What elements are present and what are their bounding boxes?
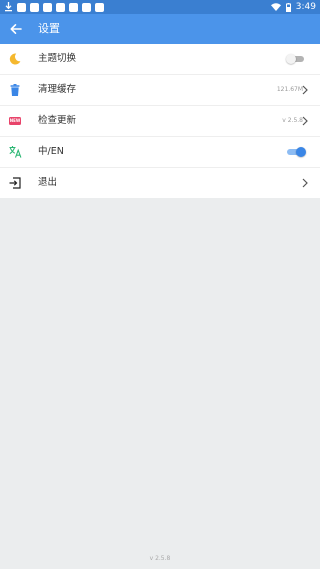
setting-theme-label: 主题切换 xyxy=(38,53,77,64)
status-bar-notifications xyxy=(4,1,104,13)
setting-clear-cache-label: 清理缓存 xyxy=(38,84,77,95)
chevron-right-icon xyxy=(302,178,308,188)
setting-logout-label: 退出 xyxy=(38,177,58,188)
notification-icon xyxy=(17,2,26,12)
chevron-right-icon xyxy=(302,116,308,126)
arrow-left-icon xyxy=(10,24,22,34)
download-icon xyxy=(5,2,12,12)
notification-icon xyxy=(30,2,39,12)
footer-version: v 2.5.8 xyxy=(149,555,171,562)
status-bar: 3:49 xyxy=(0,0,320,14)
setting-theme[interactable]: 主题切换 xyxy=(0,44,320,75)
trash-icon xyxy=(8,83,22,97)
notification-icon xyxy=(69,2,78,12)
notification-icon xyxy=(82,2,91,12)
status-time: 3:49 xyxy=(295,2,316,12)
setting-logout[interactable]: 退出 xyxy=(0,168,320,198)
setting-clear-cache[interactable]: 清理缓存 121.67M xyxy=(0,75,320,106)
language-toggle[interactable] xyxy=(286,146,306,158)
battery-icon xyxy=(285,2,291,12)
notification-icon xyxy=(95,2,104,12)
moon-icon xyxy=(8,52,22,66)
settings-list: 主题切换 清理缓存 121.67M NEW 检查更新 v 2.5.8 中/EN … xyxy=(0,44,320,198)
setting-language-label: 中/EN xyxy=(38,146,64,157)
app-version-value: v 2.5.8 xyxy=(282,117,303,124)
chevron-right-icon xyxy=(302,85,308,95)
theme-toggle[interactable] xyxy=(286,53,306,65)
page-title: 设置 xyxy=(38,22,60,35)
app-bar: 设置 xyxy=(0,14,320,44)
theme-toggle-knob xyxy=(286,54,296,64)
logout-icon xyxy=(8,176,22,190)
new-badge-icon: NEW xyxy=(8,114,22,128)
notification-icon xyxy=(43,2,52,12)
setting-language[interactable]: 中/EN xyxy=(0,137,320,168)
language-toggle-knob xyxy=(296,147,306,157)
back-button[interactable] xyxy=(6,19,26,39)
wifi-icon xyxy=(270,3,281,11)
setting-check-update[interactable]: NEW 检查更新 v 2.5.8 xyxy=(0,106,320,137)
setting-check-update-label: 检查更新 xyxy=(38,115,77,126)
translate-icon xyxy=(8,145,22,159)
notification-icon xyxy=(56,2,65,12)
status-bar-system: 3:49 xyxy=(270,0,316,14)
cache-size-value: 121.67M xyxy=(276,86,303,93)
new-badge: NEW xyxy=(9,117,21,125)
